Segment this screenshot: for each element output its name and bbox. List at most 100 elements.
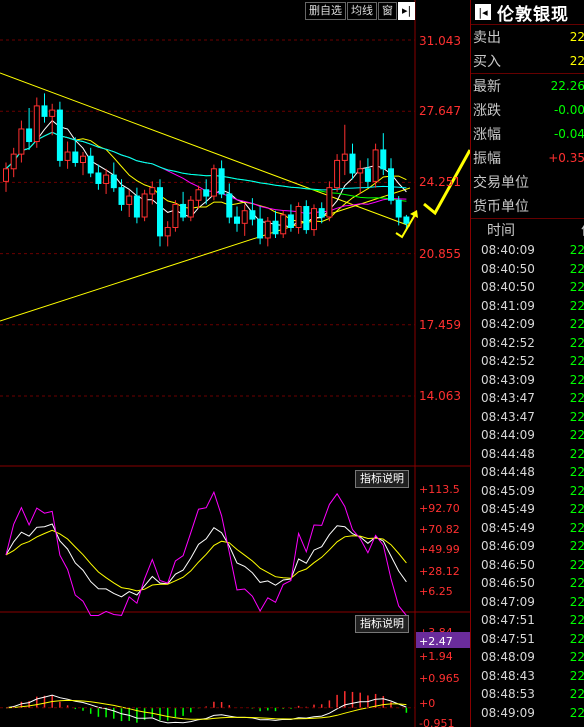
tick-time: 08:42:52 [481,335,535,350]
candle-body [149,187,156,195]
tick-price: 22 [569,520,584,535]
tick-time: 08:42:09 [481,317,535,332]
kdj-axis: +113.5 +92.70 +70.82 +49.99 +28.12 +6.25 [419,483,460,598]
kdj-tick: +92.70 [419,502,460,515]
latest-row: 最新 22.26 [471,74,584,98]
tick-time: 08:48:09 [481,650,535,665]
candle-body [164,226,171,237]
candle-body [403,216,410,224]
tick-time: 08:49:09 [481,705,535,720]
change-row: 涨跌 -0.00 [471,98,584,122]
tick-row: 08:46:50 22 [471,574,584,593]
tick-time: 08:43:09 [481,372,535,387]
tick-time: 08:47:51 [481,613,535,628]
candle-body [287,214,294,228]
tick-row: 08:47:09 22 [471,593,584,612]
buy-value: 22 [569,54,584,68]
candle-body [41,105,48,117]
tick-list[interactable]: 08:40:09 22 08:40:50 22 08:40:50 22 08:41:09 22… [471,241,584,722]
tick-price: 22 [569,705,584,720]
tick-row: 08:44:48 22 [471,463,584,482]
tick-time: 08:45:09 [481,483,535,498]
candle-body [10,153,17,170]
candle-body [334,159,341,189]
tick-time: 08:43:47 [481,409,535,424]
tick-row: 08:44:48 22 [471,445,584,464]
kdj-panel [5,490,407,616]
tick-time: 08:41:09 [481,298,535,313]
tick-price: 22 [569,298,584,313]
candle-body [49,109,56,117]
candle-body [56,109,63,161]
macd-line [5,699,407,720]
tick-row: 08:42:09 22 [471,315,584,334]
candle-body [241,210,248,224]
time-column-header: 时间 [487,223,515,239]
candle-body [133,195,140,218]
kdj-line [5,523,407,598]
tick-price: 22 [569,502,584,517]
tick-row: 08:46:50 22 [471,556,584,575]
sell-row: 卖出 22 [471,25,584,49]
candle-body [249,210,256,220]
macd-indicator-help-button[interactable]: 指标说明 [355,615,409,633]
kdj-tick: +28.12 [419,565,460,578]
amplitude-label: 振幅 [473,151,501,167]
tick-row: 08:40:50 22 [471,260,584,279]
buy-row: 买入 22 [471,49,584,74]
ma-line [5,119,407,228]
tick-price: 22 [569,317,584,332]
tick-price: 22 [569,391,584,406]
candle-body [103,174,110,184]
tick-row: 08:47:51 22 [471,611,584,630]
tick-time: 08:48:43 [481,668,535,683]
currency-unit-label: 货币单位 [473,199,529,215]
quote-title-bar: |◂ 伦敦银现 [471,0,584,25]
sell-value: 22 [569,30,584,44]
tick-price: 22 [569,372,584,387]
kdj-indicator-help-button[interactable]: 指标说明 [355,470,409,488]
tick-table-header: 时间 价 [471,218,584,241]
trade-unit-label: 交易单位 [473,175,529,191]
kdj-tick: +49.99 [419,543,460,556]
pct-label: 涨幅 [473,127,501,143]
tick-time: 08:40:50 [481,261,535,276]
macd-current-value: +2.47 [419,635,453,648]
tick-price: 22 [569,354,584,369]
price-tick: 31.043 [419,34,461,48]
tick-row: 08:43:09 22 [471,371,584,390]
arrow-right-bar-icon[interactable]: ▸| [398,2,416,20]
candle-body [118,187,125,205]
change-label: 涨跌 [473,103,501,119]
currency-unit-row: 货币单位 [471,194,584,218]
tick-row: 08:48:53 22 [471,685,584,704]
candle-body [226,193,233,218]
tick-time: 08:44:09 [481,428,535,443]
window-button[interactable]: 窗 [378,2,397,20]
candle-body [395,199,402,218]
tick-price: 22 [569,594,584,609]
chart-toolbar: 删自选 均线 窗 ▸| [305,2,416,20]
price-tick: 24.251 [419,175,461,189]
candle-body [210,168,217,197]
tick-row: 08:41:09 22 [471,297,584,316]
moving-average-button[interactable]: 均线 [347,2,377,20]
amplitude-row: 振幅 +0.35 [471,146,584,170]
tick-time: 08:43:47 [481,391,535,406]
candle-body [257,218,264,239]
arrow-left-bar-icon[interactable]: |◂ [475,4,491,20]
moving-average-lines [5,119,407,228]
tick-time: 08:48:53 [481,687,535,702]
tick-time: 08:45:49 [481,502,535,517]
delete-watchlist-button[interactable]: 删自选 [305,2,346,20]
candle-body [195,189,202,201]
candle-body [295,206,302,228]
tick-time: 08:44:48 [481,446,535,461]
price-tick: 20.855 [419,247,461,261]
candle-body [311,208,317,231]
candlesticks [3,93,410,247]
tick-price: 22 [569,576,584,591]
pct-row: 涨幅 -0.04 [471,122,584,146]
macd-tick: +0 [419,697,435,710]
tick-time: 08:47:51 [481,631,535,646]
